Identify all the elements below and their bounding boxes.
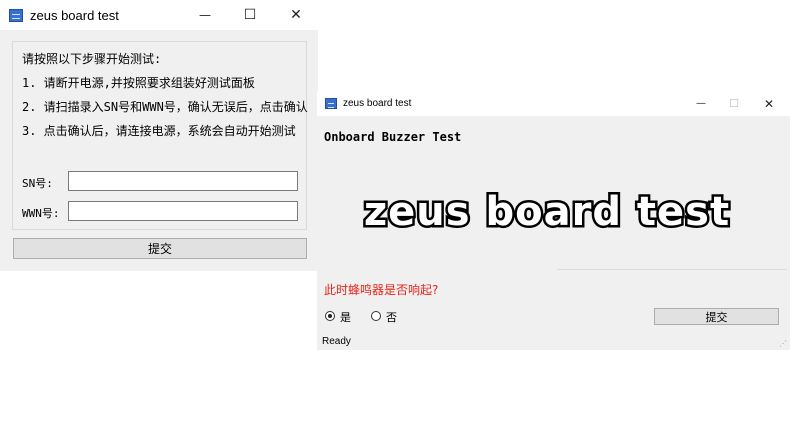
status-bar: Ready ⋰ — [317, 334, 790, 350]
maximize-icon: ☐ — [729, 97, 739, 110]
instruction-step-2: 2. 请扫描录入SN号和WWN号，确认无误后，点击确认 — [22, 100, 308, 114]
close-icon[interactable]: ✕ — [758, 91, 780, 116]
radio-no[interactable]: 否 — [370, 309, 410, 324]
window-title: zeus board test — [343, 98, 412, 109]
submit-button[interactable]: 提交 — [13, 238, 307, 259]
instructions-heading: 请按照以下步骤开始测试: — [22, 52, 162, 66]
wwn-label: WWN号: — [22, 207, 60, 220]
sn-label: SN号: — [22, 177, 53, 190]
logo-banner: zeus board test — [361, 187, 731, 238]
status-text: Ready — [322, 336, 351, 347]
radio-no-label: 否 — [386, 311, 397, 324]
app-icon — [9, 8, 23, 22]
radio-yes[interactable]: 是 — [324, 309, 364, 324]
window-title: zeus board test — [30, 7, 119, 23]
radio-yes-indicator[interactable] — [325, 311, 335, 321]
instruction-step-1: 1. 请断开电源,并按照要求组装好测试面板 — [22, 76, 255, 90]
instruction-step-3: 3. 点击确认后，请连接电源，系统会自动开始测试 — [22, 124, 296, 138]
title-bar: zeus board test — ☐ ✕ — [0, 0, 318, 30]
sn-input[interactable] — [68, 171, 298, 191]
divider — [557, 269, 787, 270]
window-buzzer-test: zeus board test — ☐ ✕ Onboard Buzzer Tes… — [317, 91, 790, 350]
title-bar: zeus board test — ☐ ✕ — [317, 91, 790, 116]
wwn-input[interactable] — [68, 201, 298, 221]
radio-yes-label: 是 — [340, 311, 351, 324]
window-setup: zeus board test — ☐ ✕ 请按照以下步骤开始测试: 1. 请断… — [0, 0, 318, 271]
close-icon[interactable]: ✕ — [281, 0, 311, 30]
resize-grip-icon[interactable]: ⋰ — [779, 339, 787, 348]
minimize-icon[interactable]: — — [190, 0, 220, 30]
question-label: 此时蜂鸣器是否响起? — [324, 283, 439, 297]
submit-button[interactable]: 提交 — [654, 308, 779, 325]
radio-no-indicator[interactable] — [371, 311, 381, 321]
maximize-icon[interactable]: ☐ — [235, 0, 265, 30]
logo-text: zeus board test — [364, 189, 730, 235]
app-icon — [325, 98, 337, 109]
test-heading: Onboard Buzzer Test — [324, 130, 462, 144]
minimize-icon[interactable]: — — [690, 91, 712, 116]
